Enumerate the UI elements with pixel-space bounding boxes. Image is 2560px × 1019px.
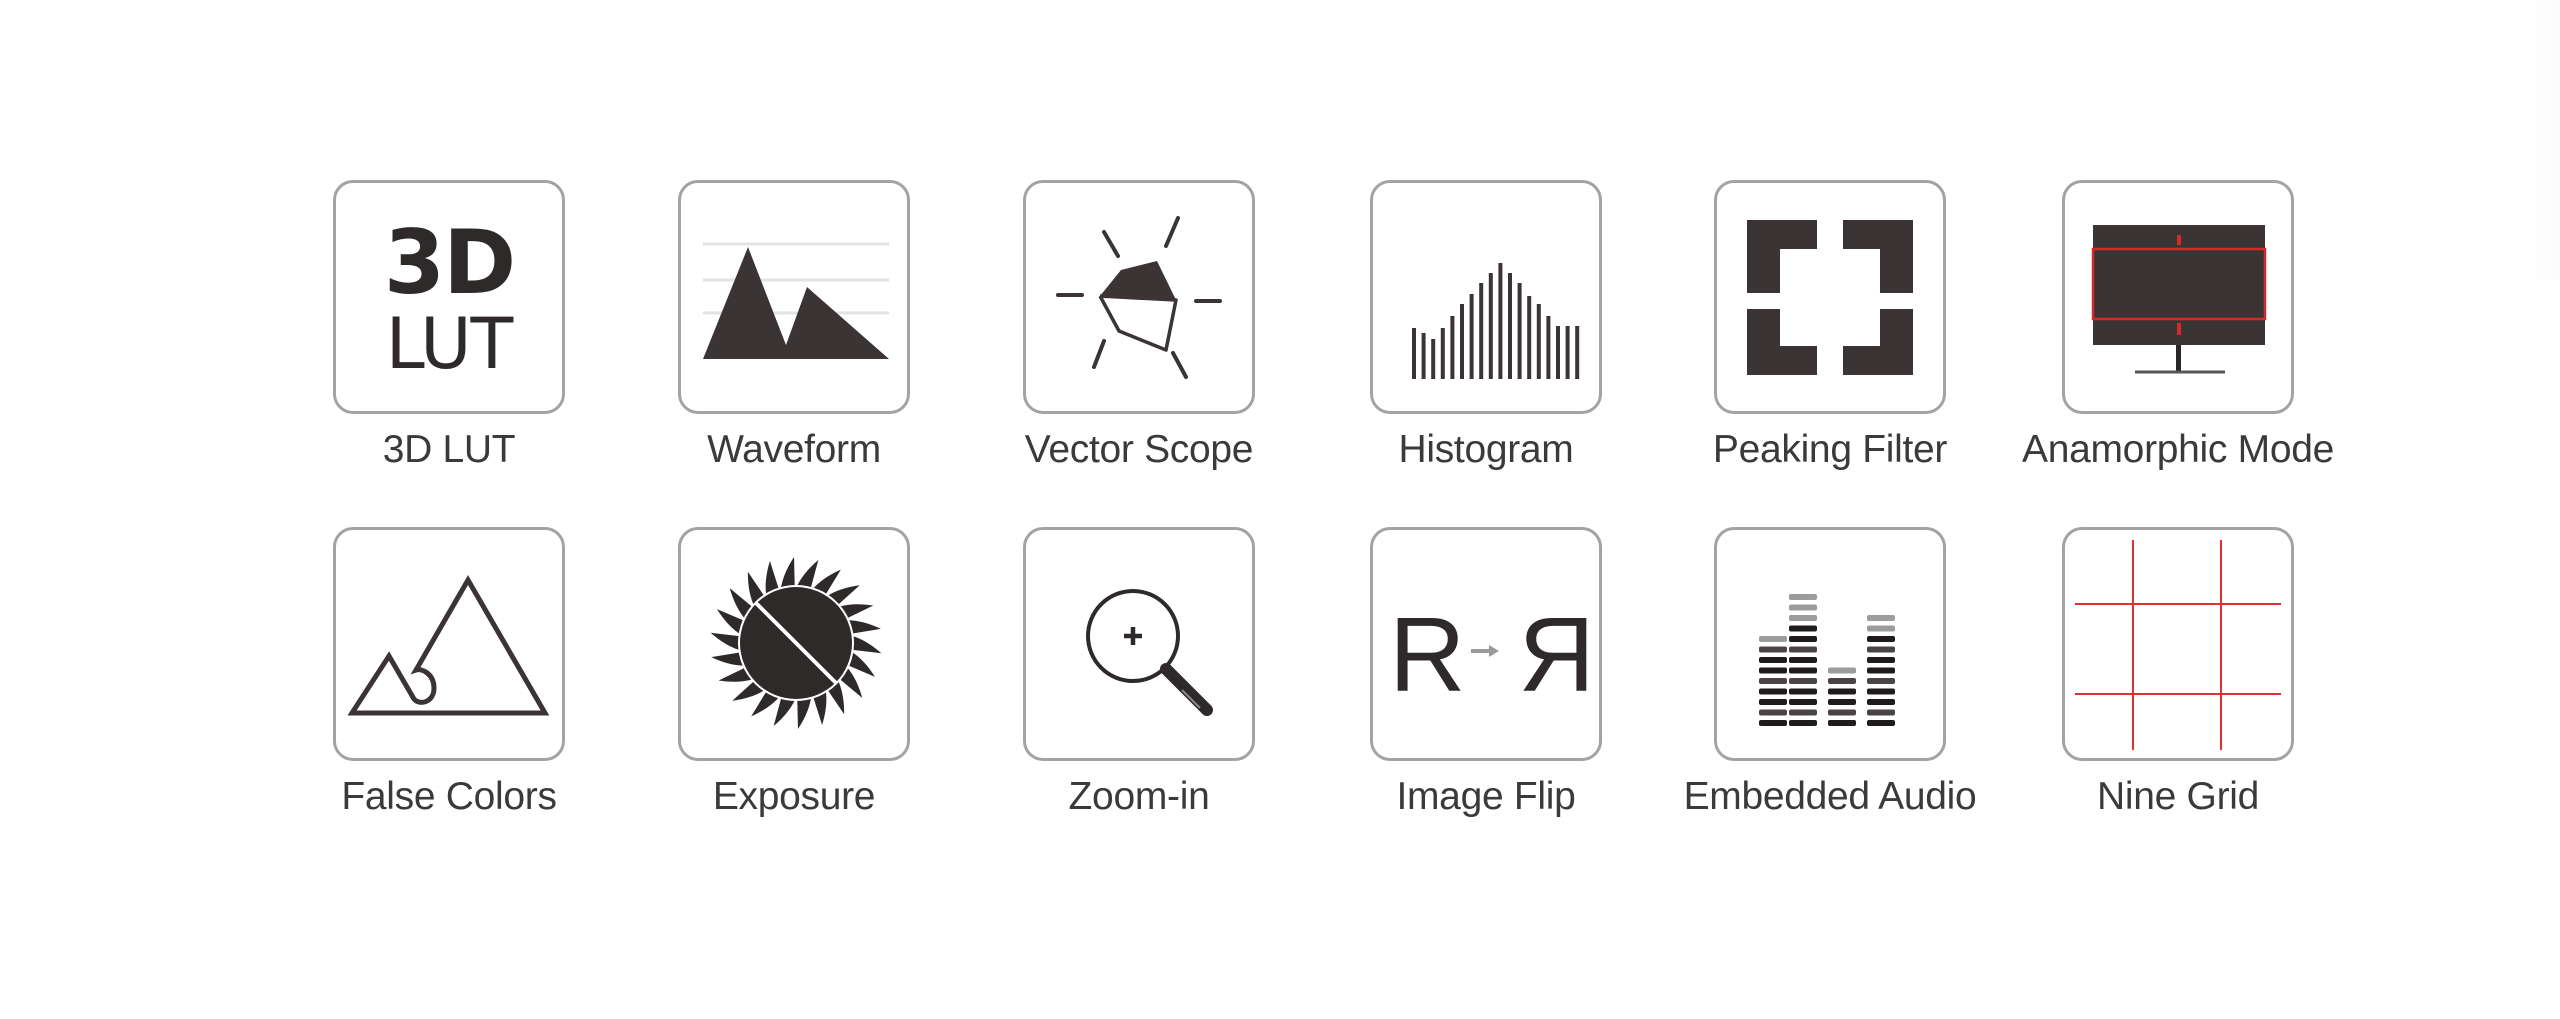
audio-meter-segment-glyph: [1759, 709, 1787, 716]
sun-icon: [678, 527, 910, 761]
audio-meter-segment-glyph: [1789, 667, 1817, 674]
audio-meter-segment-glyph: [1867, 625, 1895, 632]
mountains-icon: [333, 527, 565, 761]
audio-meter-segment-glyph: [1828, 667, 1856, 674]
audio-meter-segment-glyph: [1867, 615, 1895, 621]
page-edge-shadow: [2534, 0, 2560, 280]
audio-meter-segment-glyph: [1759, 636, 1787, 642]
sun-ray-glyph: [850, 635, 882, 654]
lut-glyph: LUT: [385, 303, 514, 385]
audio-meter-segment-glyph: [1789, 699, 1817, 705]
audio-meter-segment-glyph: [1789, 625, 1817, 632]
feature-label: Anamorphic Mode: [2022, 428, 2334, 471]
audio-meter-segment-glyph: [1759, 720, 1787, 726]
audio-meter-segment-glyph: [1828, 720, 1856, 726]
feature-label: Nine Grid: [2096, 775, 2260, 818]
audio-meter-segment-glyph: [1867, 657, 1895, 663]
audio-meter-segment-glyph: [1867, 667, 1895, 674]
audio-meter-segment-glyph: [1789, 678, 1817, 684]
audio-meter-segment-glyph: [1789, 657, 1817, 663]
audio-meter-segment-glyph: [1867, 636, 1895, 642]
sun-ray-glyph: [710, 632, 742, 651]
audio-meter-segment-glyph: [1759, 657, 1787, 663]
audio-meter-segment-glyph: [1789, 709, 1817, 716]
anamorphic-monitor-icon: [2062, 180, 2294, 414]
magnifier-plus-icon: [1023, 527, 1255, 761]
audio-meter-segment-glyph: [1789, 604, 1817, 611]
audio-meter-segment-glyph: [1759, 699, 1787, 705]
audio-meter-segment-glyph: [1789, 636, 1817, 642]
audio-meter-segment-glyph: [1828, 678, 1856, 684]
audio-meter-segment-glyph: [1789, 594, 1817, 600]
flip-letter-original: R: [1389, 596, 1466, 714]
audio-meter-segment-glyph: [1867, 699, 1895, 705]
audio-meter-segment-glyph: [1867, 678, 1895, 684]
image-flip-icon: R R: [1370, 527, 1602, 761]
audio-meter-segment-glyph: [1789, 720, 1817, 726]
audio-meter-segment-glyph: [1759, 667, 1787, 674]
audio-meter-segment-glyph: [1789, 615, 1817, 621]
nine-grid-icon: [2062, 527, 2294, 761]
audio-meter-segment-glyph: [1828, 688, 1856, 695]
audio-meter-segment-glyph: [1759, 678, 1787, 684]
histogram-icon: [1370, 180, 1602, 414]
audio-meter-segment-glyph: [1867, 709, 1895, 716]
audio-meter-segment-glyph: [1789, 688, 1817, 695]
audio-meter-segment-glyph: [1789, 646, 1817, 653]
waveform-icon: [678, 180, 910, 414]
audio-meter-segment-glyph: [1828, 699, 1856, 705]
audio-meter-segment-glyph: [1759, 646, 1787, 653]
peaking-filter-icon: [1714, 180, 1946, 414]
audio-meter-icon: [1714, 527, 1946, 761]
audio-meter-segment-glyph: [1828, 709, 1856, 716]
lut-3d-icon: 3D LUT: [333, 180, 565, 414]
audio-meter-segment-glyph: [1759, 688, 1787, 695]
audio-meter-segment-glyph: [1867, 646, 1895, 653]
lut-3d-glyph: 3D: [383, 211, 516, 314]
audio-meter-segment-glyph: [1867, 720, 1895, 726]
flip-letter-mirrored: R: [1518, 596, 1595, 714]
vector-scope-icon: [1023, 180, 1255, 414]
audio-meter-segment-glyph: [1867, 688, 1895, 695]
